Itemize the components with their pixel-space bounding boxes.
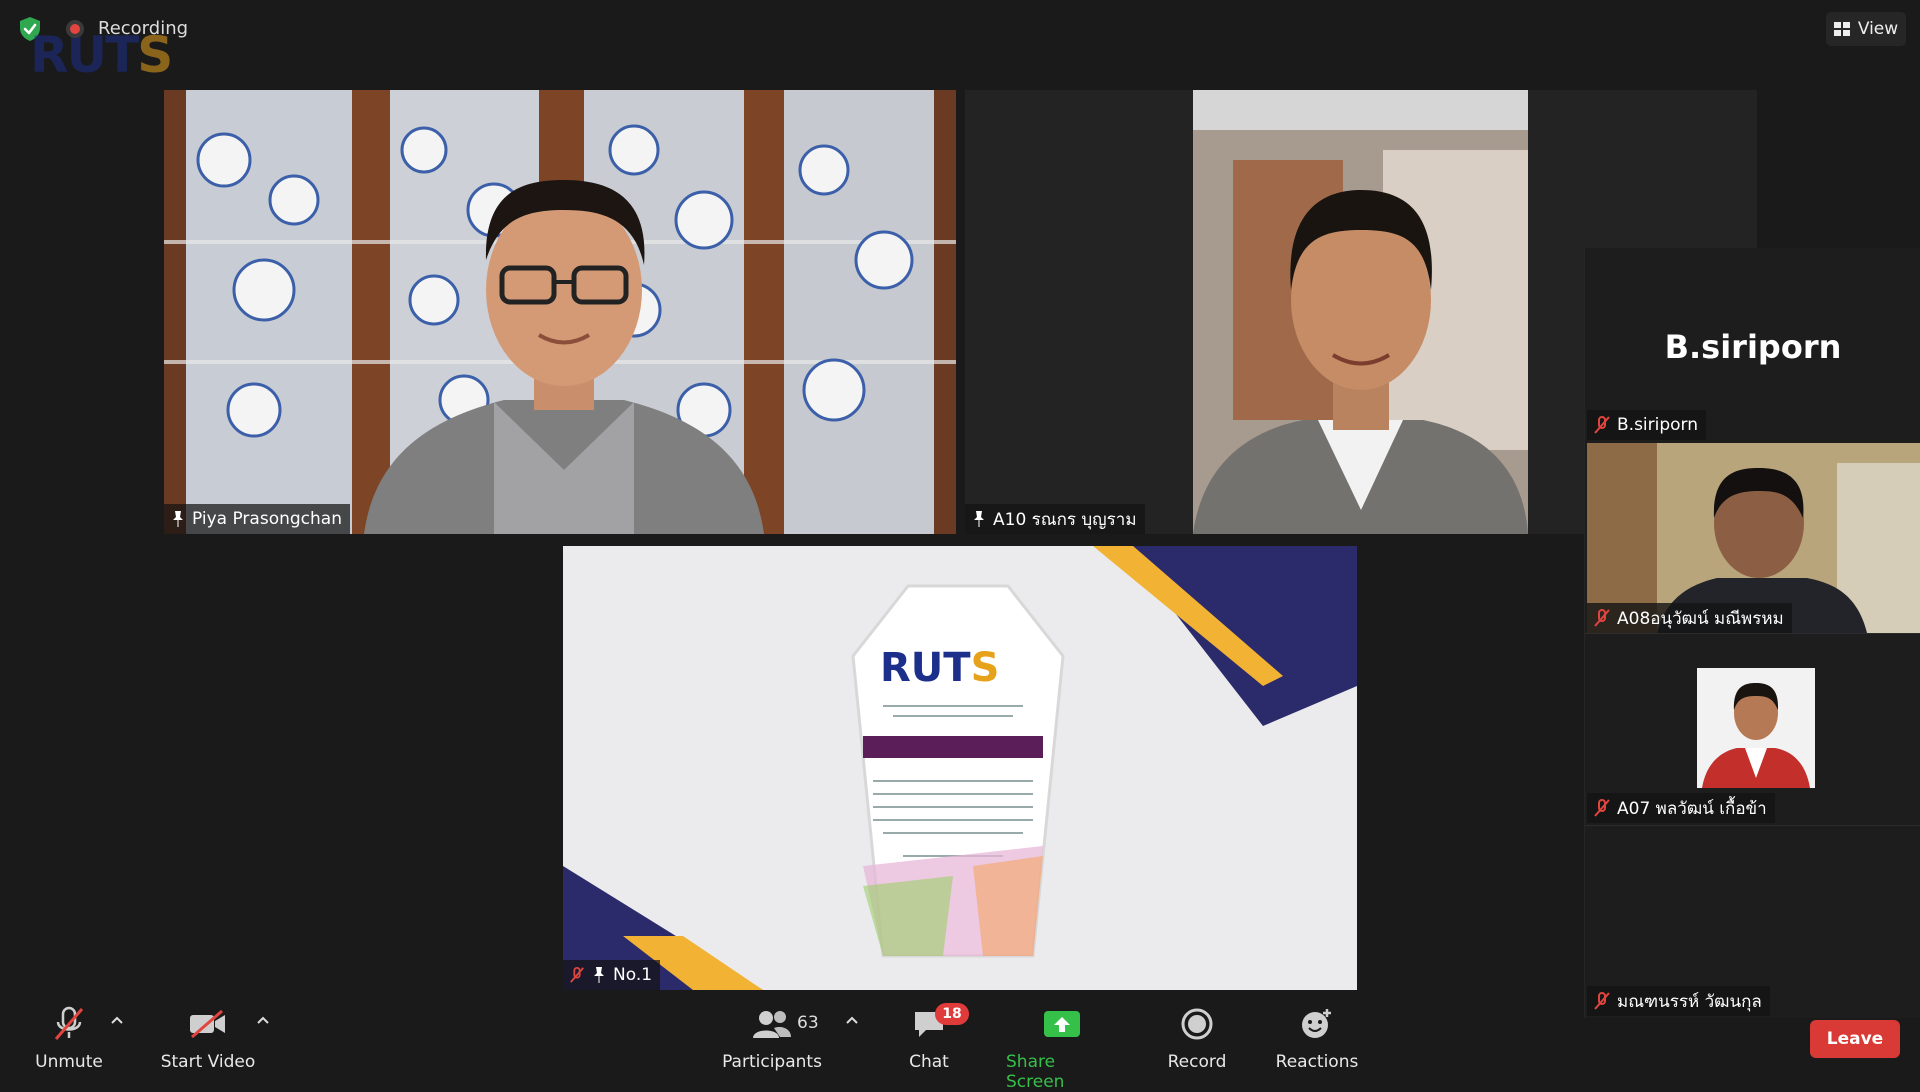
record-label: Record [1167, 1052, 1227, 1072]
participant-name: A10 รณกร บุญราม [993, 509, 1137, 530]
pin-icon [974, 511, 984, 527]
participants-count: 63 [797, 1013, 819, 1033]
participant-name: มณฑนรรห์ วัฒนกุล [1617, 991, 1762, 1012]
reactions-label: Reactions [1275, 1052, 1359, 1072]
side-participant-tag: มณฑนรรห์ วัฒนกุล [1587, 986, 1770, 1016]
side-participant-tag: A07 พลวัฒน์ เกื้อข้า [1587, 793, 1775, 823]
start-video-label: Start Video [160, 1052, 256, 1072]
mic-muted-icon [54, 1006, 84, 1040]
participant-name: Piya Prasongchan [192, 509, 342, 529]
video-off-icon [190, 1009, 225, 1039]
bsiriporn-display-name: B.siriporn [1664, 328, 1842, 366]
record-button[interactable]: Record [1160, 1004, 1234, 1072]
name-tag: No.1 [563, 960, 661, 990]
mic-muted-icon [570, 967, 584, 983]
a07-video-feed [1697, 668, 1815, 788]
participant-name: B.siriporn [1617, 415, 1699, 435]
mic-muted-icon [1594, 992, 1610, 1010]
recording-label: Recording [98, 18, 189, 39]
reactions-button[interactable]: Reactions [1274, 1004, 1360, 1072]
unmute-button[interactable]: Unmute [34, 1004, 104, 1072]
share-screen-icon [1044, 1011, 1080, 1037]
pin-icon [594, 967, 604, 983]
mic-muted-icon [1594, 416, 1610, 434]
slide-logo: RUTS [880, 645, 999, 691]
mic-muted-icon [1594, 799, 1610, 817]
record-icon [1181, 1008, 1213, 1040]
chat-unread-badge: 18 [935, 1003, 969, 1025]
video-tile-no1[interactable]: RUTS No.1 [563, 546, 1357, 990]
start-video-button[interactable]: Start Video [158, 1004, 258, 1072]
divider [1585, 633, 1920, 634]
participants-label: Participants [722, 1052, 822, 1072]
participant-name: No.1 [613, 965, 653, 985]
a10-video-feed [1193, 90, 1528, 534]
participant-name: A08อนุวัฒน์ มณีพรหม [1617, 608, 1784, 629]
video-tile-piya[interactable]: Piya Prasongchan [164, 90, 956, 534]
side-participant-tag: B.siriporn [1587, 410, 1707, 440]
mic-muted-icon [1594, 609, 1610, 627]
smiley-add-icon [1302, 1009, 1331, 1038]
view-label: View [1857, 19, 1899, 39]
leave-button[interactable]: Leave [1810, 1020, 1900, 1058]
piya-video-feed [164, 90, 956, 534]
name-tag: Piya Prasongchan [164, 504, 350, 534]
unmute-label: Unmute [35, 1052, 103, 1072]
view-button[interactable]: View [1826, 12, 1906, 46]
chat-label: Chat [909, 1052, 949, 1072]
recording-icon[interactable] [66, 20, 84, 38]
grid-icon [1833, 22, 1850, 36]
share-screen-label: Share Screen [1006, 1052, 1065, 1092]
share-screen-button[interactable]: Share Screen [1006, 1004, 1118, 1092]
divider [1585, 825, 1920, 826]
chevron-up-icon[interactable] [110, 1015, 124, 1025]
chevron-up-icon[interactable] [256, 1015, 270, 1025]
name-tag: A10 รณกร บุญราม [965, 504, 1145, 534]
chevron-up-icon[interactable] [845, 1015, 859, 1025]
side-participant-tag: A08อนุวัฒน์ มณีพรหม [1587, 603, 1792, 633]
participant-side-panel[interactable]: B.siriporn B.siriporn A08อนุวัฒน์ มณีพรห… [1584, 248, 1920, 1018]
people-icon [753, 1011, 791, 1038]
participant-name: A07 พลวัฒน์ เกื้อข้า [1617, 798, 1767, 819]
pin-icon [173, 511, 183, 527]
ruts-slide-feed: RUTS [563, 546, 1357, 990]
